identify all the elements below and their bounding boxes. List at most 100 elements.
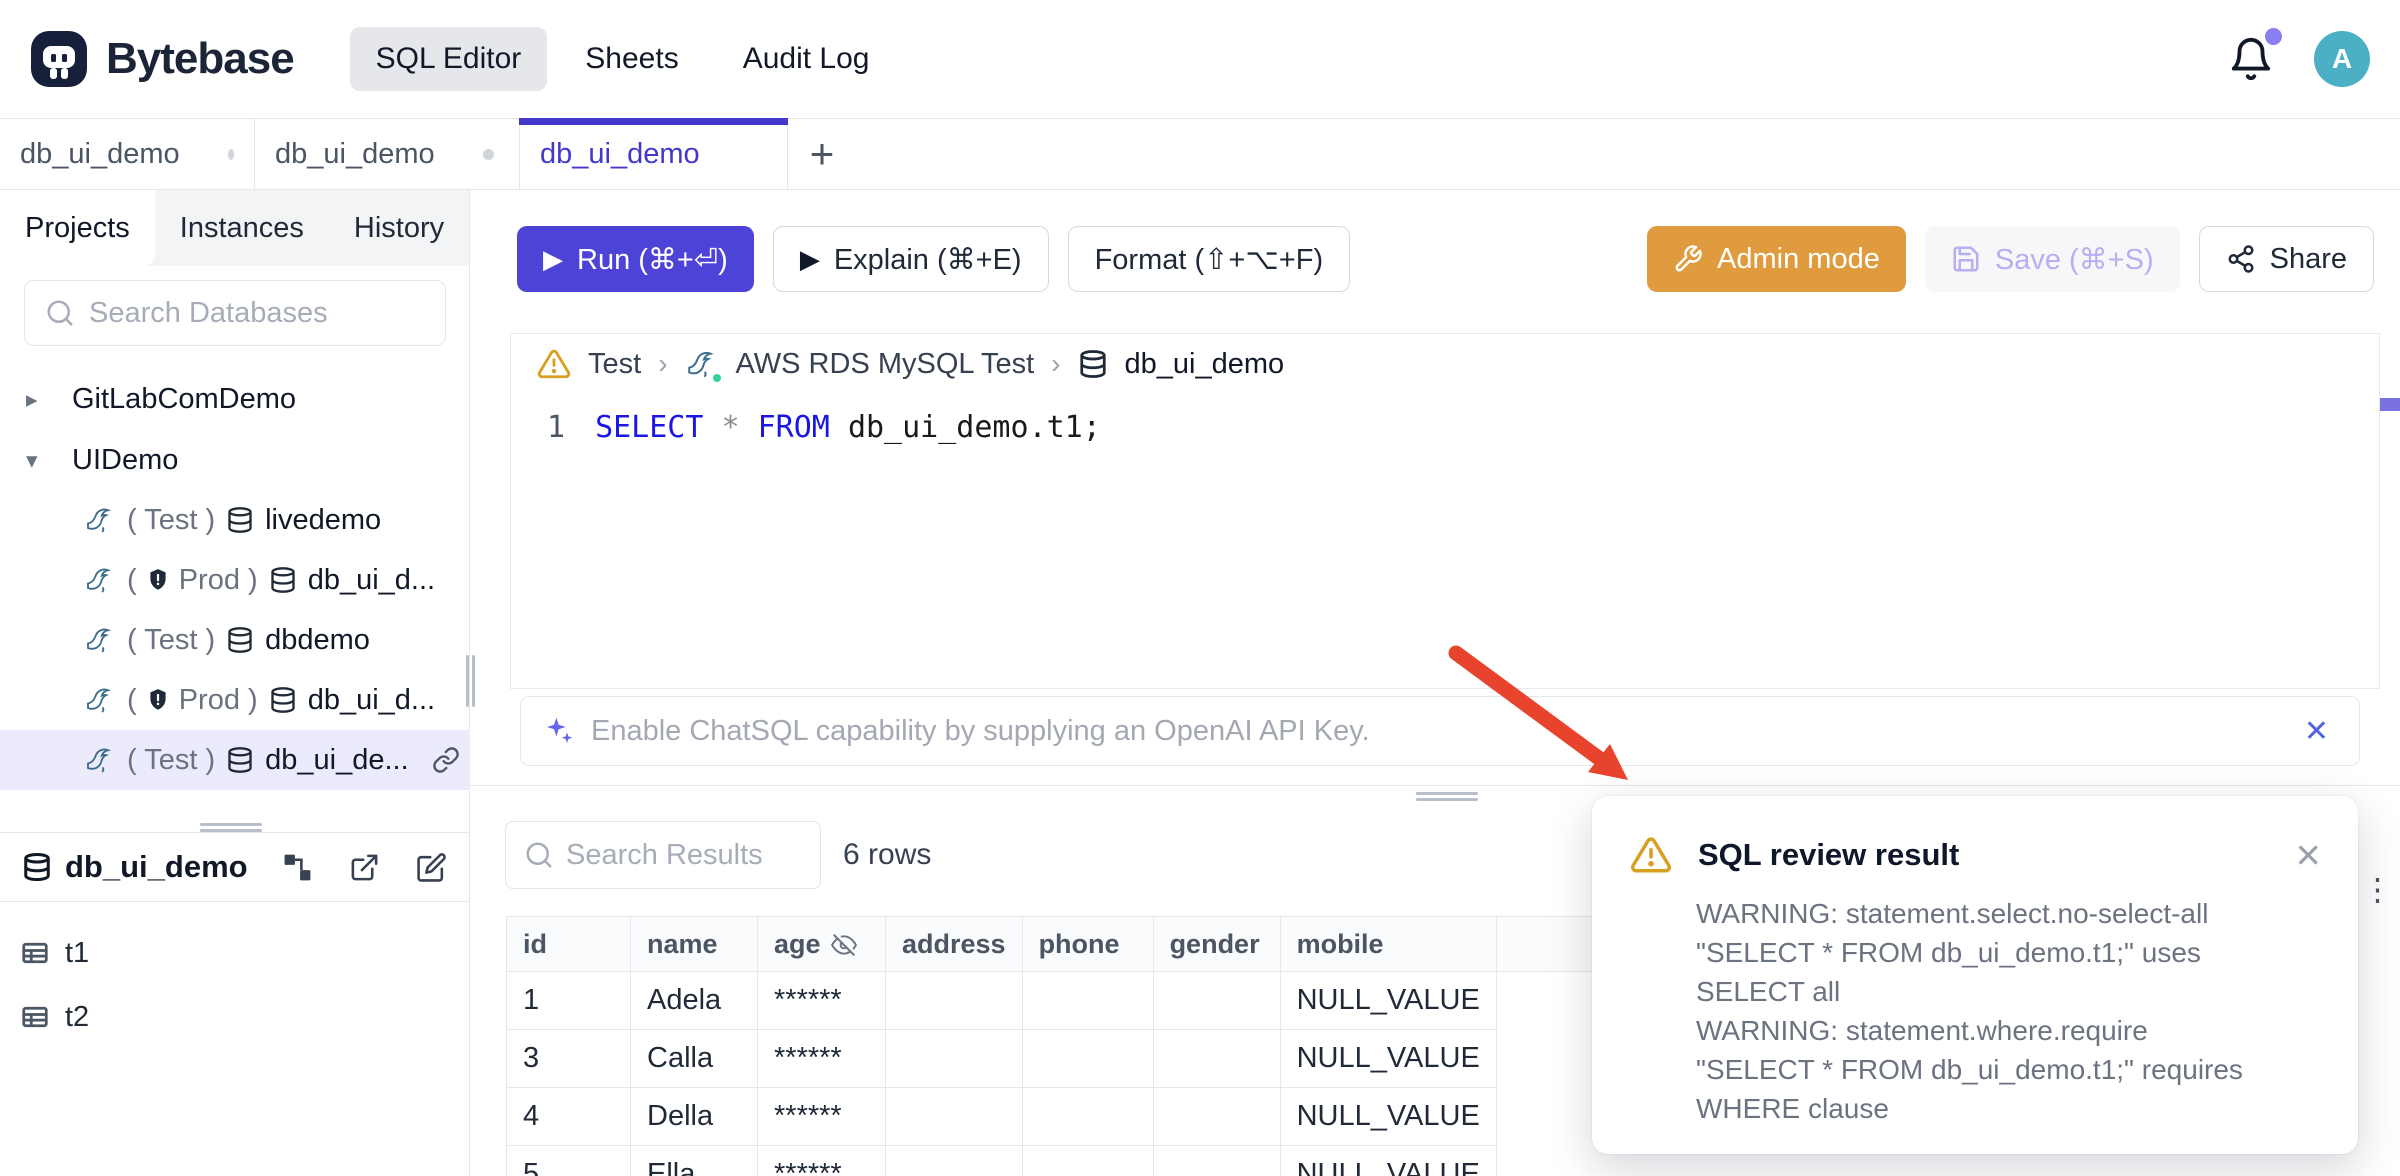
- table-cell[interactable]: [1153, 972, 1280, 1030]
- unsaved-dot-icon: [483, 149, 494, 160]
- table-cell[interactable]: [886, 1088, 1023, 1146]
- column-header-phone[interactable]: phone: [1022, 917, 1153, 972]
- nav-audit-log[interactable]: Audit Log: [717, 27, 896, 91]
- sidebar: Projects Instances History ▸ GitLabComDe…: [0, 190, 470, 1176]
- table-cell[interactable]: [1153, 1146, 1280, 1176]
- edit-icon[interactable]: [416, 852, 447, 883]
- results-resize-handle[interactable]: [1416, 798, 1478, 801]
- database-name: db_ui_de...: [265, 744, 409, 777]
- prod-shield-icon: [145, 687, 171, 713]
- table-cell[interactable]: [1153, 1030, 1280, 1088]
- caret-collapsed-icon[interactable]: ▸: [26, 386, 52, 413]
- database-name[interactable]: db_ui_demo: [1125, 348, 1285, 381]
- avatar[interactable]: A: [2314, 31, 2370, 87]
- table-cell[interactable]: [886, 1146, 1023, 1176]
- query-tab-1[interactable]: db_ui_demo: [0, 119, 255, 189]
- warning-line: WARNING: statement.select.no-select-all: [1696, 894, 2318, 933]
- prod-shield-icon: [145, 567, 171, 593]
- results-search[interactable]: [505, 821, 821, 889]
- table-cell[interactable]: 5: [507, 1146, 631, 1176]
- panel-resize-handle[interactable]: [200, 823, 262, 826]
- tab-projects[interactable]: Projects: [0, 190, 155, 266]
- table-cell[interactable]: NULL_VALUE: [1280, 972, 1496, 1030]
- environment-name[interactable]: Test: [588, 348, 641, 381]
- link-icon: [432, 746, 460, 774]
- column-header-mobile[interactable]: mobile: [1280, 917, 1496, 972]
- brand[interactable]: Bytebase: [30, 30, 294, 88]
- sparkles-icon: [543, 715, 575, 747]
- tree-db-dbdemo[interactable]: ( Test ) dbdemo: [0, 610, 470, 670]
- warning-icon: [1630, 834, 1672, 876]
- database-search-input[interactable]: [89, 297, 425, 330]
- explain-button[interactable]: ▶ Explain (⌘+E): [773, 226, 1049, 292]
- table-cell[interactable]: Ella: [631, 1146, 758, 1176]
- table-cell[interactable]: ******: [758, 1146, 886, 1176]
- format-button[interactable]: Format (⇧+⌥+F): [1068, 226, 1351, 292]
- database-search[interactable]: [24, 280, 446, 346]
- caret-expanded-icon[interactable]: ▾: [26, 447, 52, 474]
- table-cell[interactable]: ******: [758, 972, 886, 1030]
- results-search-input[interactable]: [566, 839, 802, 872]
- table-icon: [20, 1002, 50, 1032]
- column-header-address[interactable]: address: [886, 917, 1023, 972]
- column-header-gender[interactable]: gender: [1153, 917, 1280, 972]
- database-icon: [1078, 349, 1108, 379]
- table-cell[interactable]: 3: [507, 1030, 631, 1088]
- table-cell[interactable]: [1022, 972, 1153, 1030]
- schema-table-t1[interactable]: t1: [0, 924, 470, 982]
- mysql-dolphin-icon: [84, 564, 116, 596]
- connection-status-dot: [711, 372, 723, 384]
- share-button[interactable]: Share: [2199, 226, 2374, 292]
- tree-project-uidemo[interactable]: ▾ UIDemo: [0, 430, 470, 490]
- results-more-menu[interactable]: ⋮: [2362, 872, 2393, 908]
- warning-line: SELECT all: [1696, 972, 2318, 1011]
- table-cell[interactable]: Della: [631, 1088, 758, 1146]
- tree-db-prod-2[interactable]: ( Prod ) db_ui_d...: [0, 670, 470, 730]
- table-cell[interactable]: Adela: [631, 972, 758, 1030]
- tab-instances[interactable]: Instances: [155, 190, 329, 266]
- close-icon[interactable]: ✕: [2296, 714, 2337, 749]
- admin-mode-button[interactable]: Admin mode: [1647, 226, 1906, 292]
- sidebar-resize-handle[interactable]: [466, 655, 469, 707]
- table-cell[interactable]: NULL_VALUE: [1280, 1030, 1496, 1088]
- table-cell[interactable]: Calla: [631, 1030, 758, 1088]
- instance-name[interactable]: AWS RDS MySQL Test: [736, 348, 1035, 381]
- external-link-icon[interactable]: [349, 852, 380, 883]
- table-cell[interactable]: ******: [758, 1030, 886, 1088]
- tree-project-gitlabcomdemo[interactable]: ▸ GitLabComDemo: [0, 369, 470, 429]
- table-cell[interactable]: [1022, 1146, 1153, 1176]
- nav-sheets[interactable]: Sheets: [559, 27, 704, 91]
- schema-diagram-icon[interactable]: [282, 852, 313, 883]
- nav-sql-editor[interactable]: SQL Editor: [350, 27, 548, 91]
- table-cell[interactable]: NULL_VALUE: [1280, 1146, 1496, 1176]
- column-header-age[interactable]: age: [758, 917, 886, 972]
- schema-table-t2[interactable]: t2: [0, 988, 470, 1046]
- query-tab-3-active[interactable]: db_ui_demo: [520, 119, 788, 189]
- sql-code-line[interactable]: 1 SELECT * FROM db_ui_demo.t1;: [511, 410, 2379, 445]
- table-cell[interactable]: NULL_VALUE: [1280, 1088, 1496, 1146]
- save-button[interactable]: Save (⌘+S): [1925, 226, 2180, 292]
- tree-db-selected[interactable]: ( Test ) db_ui_de...: [0, 730, 470, 790]
- table-cell[interactable]: 1: [507, 972, 631, 1030]
- query-tab-2[interactable]: db_ui_demo: [255, 119, 520, 189]
- column-header-id[interactable]: id: [507, 917, 631, 972]
- tree-db-livedemo[interactable]: ( Test ) livedemo: [0, 490, 470, 550]
- table-cell[interactable]: [886, 1030, 1023, 1088]
- table-cell[interactable]: [1153, 1088, 1280, 1146]
- close-icon[interactable]: ✕: [2294, 836, 2322, 875]
- add-tab-button[interactable]: +: [788, 119, 856, 189]
- results-resize-handle[interactable]: [1416, 792, 1478, 795]
- tab-history[interactable]: History: [329, 190, 469, 266]
- table-icon: [20, 938, 50, 968]
- table-cell[interactable]: [886, 972, 1023, 1030]
- sidebar-resize-handle[interactable]: [472, 655, 475, 707]
- table-cell[interactable]: [1022, 1030, 1153, 1088]
- column-header-name[interactable]: name: [631, 917, 758, 972]
- database-name: db_ui_d...: [308, 684, 435, 717]
- notifications-button[interactable]: [2228, 36, 2274, 82]
- tree-db-prod-1[interactable]: ( Prod ) db_ui_d...: [0, 550, 470, 610]
- table-cell[interactable]: 4: [507, 1088, 631, 1146]
- table-cell[interactable]: [1022, 1088, 1153, 1146]
- table-cell[interactable]: ******: [758, 1088, 886, 1146]
- run-button[interactable]: ▶ Run (⌘+⏎): [517, 226, 754, 292]
